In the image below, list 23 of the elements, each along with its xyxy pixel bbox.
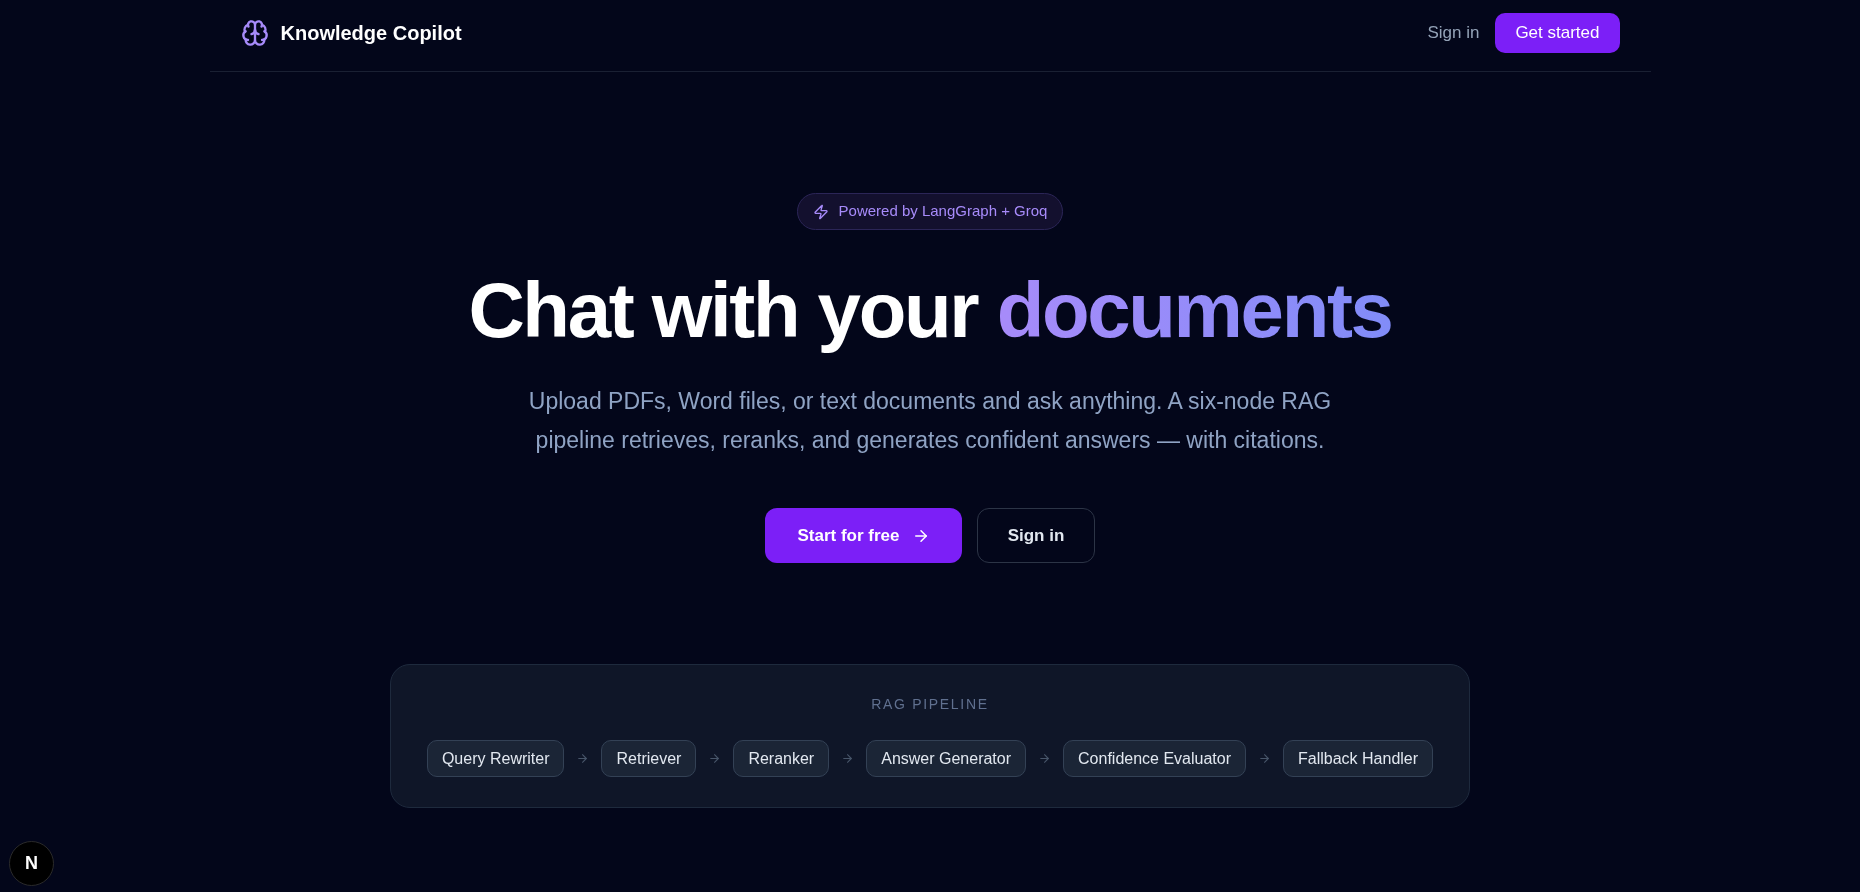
- hero-heading: Chat with your documents: [468, 267, 1392, 353]
- brain-icon: [240, 18, 269, 47]
- get-started-button[interactable]: Get started: [1495, 12, 1620, 53]
- badge-text: Powered by LangGraph + Groq: [838, 201, 1048, 222]
- pipeline-step: Confidence Evaluator: [1063, 740, 1247, 777]
- hero-description: Upload PDFs, Word files, or text documents and ask anything. A six-node RAG pipeline retrieves, reranks, and generates confident answers — with citations.: [527, 387, 1333, 455]
- pipeline-step: Answer Generator: [866, 740, 1027, 777]
- arrow-right-icon: [576, 752, 590, 765]
- pipeline-title: RAG PIPELINE: [871, 695, 989, 714]
- pipeline-step: Retriever: [601, 740, 697, 777]
- sign-in-button[interactable]: Sign in: [977, 508, 1095, 563]
- pipeline-step: Query Rewriter: [426, 740, 565, 777]
- pipeline-step: Reranker: [733, 740, 830, 777]
- arrow-right-icon: [841, 752, 855, 765]
- sign-in-link[interactable]: Sign in: [1427, 19, 1480, 46]
- pipeline-step: Fallback Handler: [1283, 740, 1434, 777]
- start-for-free-button[interactable]: Start for free: [765, 508, 962, 563]
- arrow-right-icon: [1038, 752, 1052, 765]
- arrow-right-icon: [708, 752, 722, 765]
- arrow-right-icon: [1258, 752, 1272, 765]
- dev-tools-button[interactable]: N: [9, 841, 54, 886]
- lightning-icon: [812, 203, 829, 220]
- brand-name: Knowledge Copilot: [280, 20, 462, 46]
